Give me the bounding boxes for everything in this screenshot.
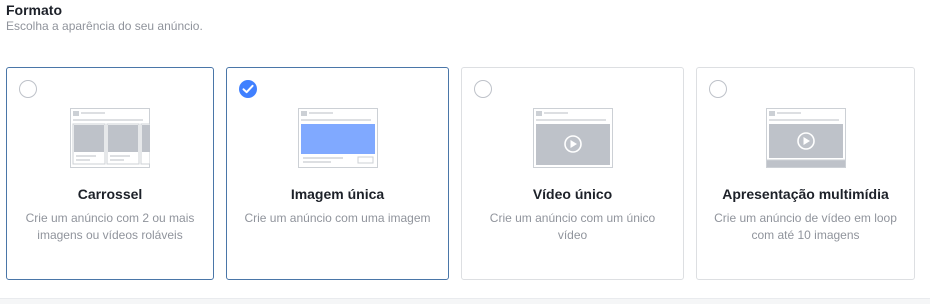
section-divider bbox=[0, 298, 930, 304]
format-option-slideshow[interactable]: Apresentação multimídia Crie um anúncio … bbox=[696, 67, 915, 280]
format-option-single-video[interactable]: Vídeo único Crie um anúncio com um único… bbox=[461, 67, 684, 280]
section-subtitle: Escolha a aparência do seu anúncio. bbox=[6, 19, 203, 33]
single-video-preview-icon bbox=[532, 108, 613, 168]
format-title: Vídeo único bbox=[532, 186, 613, 202]
format-description: Crie um anúncio de vídeo em loop com até… bbox=[714, 211, 897, 242]
section-title: Formato bbox=[6, 2, 62, 18]
radio-single-video[interactable] bbox=[474, 80, 492, 98]
format-title: Imagem única bbox=[290, 186, 385, 202]
format-title: Apresentação multimídia bbox=[722, 186, 889, 202]
format-description: Crie um anúncio com uma imagem bbox=[244, 211, 431, 225]
carousel-preview-icon bbox=[70, 108, 150, 168]
single-image-preview-icon bbox=[297, 108, 378, 168]
format-description: Crie um anúncio com um único vídeo bbox=[489, 211, 656, 242]
slideshow-preview-icon bbox=[765, 108, 846, 168]
format-option-carousel[interactable]: Carrossel Crie um anúncio com 2 ou mais … bbox=[6, 67, 214, 280]
radio-carousel[interactable] bbox=[19, 80, 37, 98]
format-description: Crie um anúncio com 2 ou mais imagens ou… bbox=[25, 211, 195, 242]
format-option-single-image[interactable]: Imagem única Crie um anúncio com uma ima… bbox=[226, 67, 449, 280]
ad-format-section: Formato Escolha a aparência do seu anúnc… bbox=[0, 0, 930, 304]
format-title: Carrossel bbox=[77, 186, 143, 202]
radio-slideshow[interactable] bbox=[709, 80, 727, 98]
check-circle-icon[interactable] bbox=[239, 80, 257, 98]
